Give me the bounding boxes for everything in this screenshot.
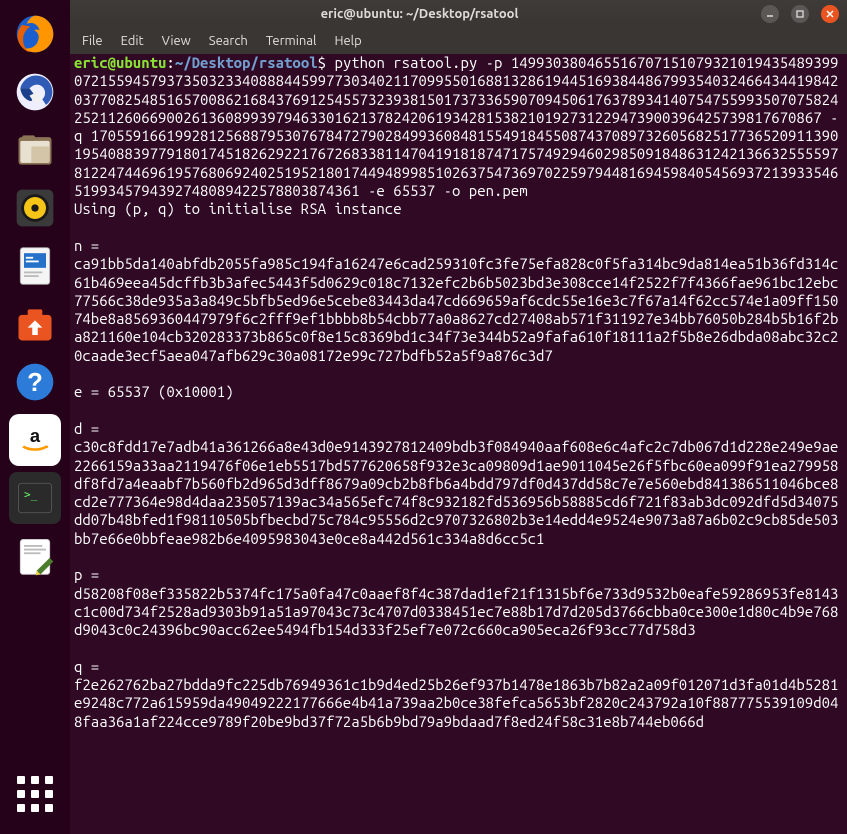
prompt-path: ~/Desktop/rsatool bbox=[175, 54, 318, 71]
terminal-output[interactable]: eric@ubuntu:~/Desktop/rsatool$ python rs… bbox=[70, 54, 847, 834]
output-init: Using (p, q) to initialise RSA instance bbox=[74, 200, 402, 217]
show-applications-button[interactable] bbox=[9, 768, 61, 820]
dock: ? a >_ bbox=[0, 0, 70, 834]
close-button[interactable] bbox=[821, 5, 839, 23]
menu-terminal[interactable]: Terminal bbox=[266, 34, 317, 48]
svg-text:>_: >_ bbox=[24, 488, 38, 501]
desktop: ? a >_ eric@ubuntu: ~/Desktop/rsatool bbox=[0, 0, 847, 834]
prompt-sigil: $ bbox=[318, 54, 326, 71]
menubar: File Edit View Search Terminal Help bbox=[70, 28, 847, 54]
n-value: ca91bb5da140abfdb2055fa985c194fa16247e6c… bbox=[74, 255, 838, 363]
thunderbird-icon[interactable] bbox=[9, 66, 61, 118]
menu-help[interactable]: Help bbox=[334, 34, 361, 48]
menu-file[interactable]: File bbox=[82, 34, 103, 48]
texteditor-icon[interactable] bbox=[9, 530, 61, 582]
svg-text:?: ? bbox=[27, 369, 43, 397]
software-icon[interactable] bbox=[9, 298, 61, 350]
rhythmbox-icon[interactable] bbox=[9, 182, 61, 234]
n-label: n = bbox=[74, 237, 99, 254]
e-line: e = 65537 (0x10001) bbox=[74, 383, 234, 400]
menu-search[interactable]: Search bbox=[209, 34, 248, 48]
terminal-window: eric@ubuntu: ~/Desktop/rsatool File Edit… bbox=[70, 0, 847, 834]
svg-text:a: a bbox=[30, 425, 41, 446]
writer-icon[interactable] bbox=[9, 240, 61, 292]
firefox-icon[interactable] bbox=[9, 8, 61, 60]
help-icon[interactable]: ? bbox=[9, 356, 61, 408]
maximize-button[interactable] bbox=[791, 5, 809, 23]
command-line: python rsatool.py -p 1499303804655167071… bbox=[74, 54, 838, 199]
p-label: p = bbox=[74, 566, 99, 583]
window-controls bbox=[761, 5, 839, 23]
prompt-userhost: eric@ubuntu bbox=[74, 54, 166, 71]
d-label: d = bbox=[74, 420, 99, 437]
q-value: f2e262762ba27bdda9fc225db76949361c1b9d4e… bbox=[74, 676, 838, 730]
terminal-dock-icon[interactable]: >_ bbox=[9, 472, 61, 524]
window-title: eric@ubuntu: ~/Desktop/rsatool bbox=[78, 7, 761, 21]
titlebar[interactable]: eric@ubuntu: ~/Desktop/rsatool bbox=[70, 0, 847, 28]
d-value: c30c8fdd17e7adb41a361266a8e43d0e91439278… bbox=[74, 438, 838, 546]
prompt-sep: : bbox=[166, 54, 174, 71]
minimize-button[interactable] bbox=[761, 5, 779, 23]
files-icon[interactable] bbox=[9, 124, 61, 176]
p-value: d58208f08ef335822b5374fc175a0fa47c0aaef8… bbox=[74, 585, 838, 639]
menu-edit[interactable]: Edit bbox=[121, 34, 144, 48]
q-label: q = bbox=[74, 658, 99, 675]
menu-view[interactable]: View bbox=[162, 34, 191, 48]
amazon-icon[interactable]: a bbox=[9, 414, 61, 466]
